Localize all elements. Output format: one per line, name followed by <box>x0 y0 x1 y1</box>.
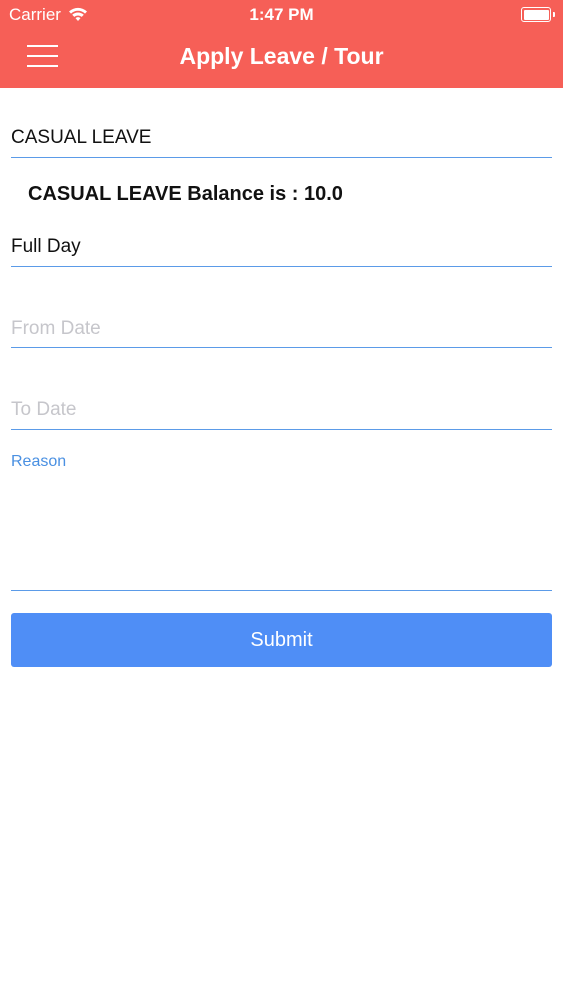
reason-textarea[interactable]: Reason <box>11 448 552 591</box>
to-date-placeholder: To Date <box>11 399 77 420</box>
status-time: 1:47 PM <box>249 5 314 24</box>
leave-type-value: CASUAL LEAVE <box>11 127 152 148</box>
from-date-field[interactable]: From Date <box>11 300 552 348</box>
app-header: Carrier 1:47 PM Apply Leave / Tour <box>0 0 563 88</box>
status-bar: Carrier 1:47 PM <box>0 0 563 30</box>
battery-icon <box>521 7 555 22</box>
leave-type-dropdown[interactable]: CASUAL LEAVE <box>11 110 552 158</box>
day-type-dropdown[interactable]: Full Day <box>11 220 552 267</box>
reason-label: Reason <box>11 453 67 470</box>
page-title: Apply Leave / Tour <box>179 43 384 69</box>
to-date-field[interactable]: To Date <box>11 382 552 430</box>
from-date-placeholder: From Date <box>11 318 101 339</box>
submit-button[interactable]: Submit <box>11 613 552 667</box>
day-type-value: Full Day <box>11 236 81 257</box>
leave-balance-text: CASUAL LEAVE Balance is : 10.0 <box>28 183 343 205</box>
